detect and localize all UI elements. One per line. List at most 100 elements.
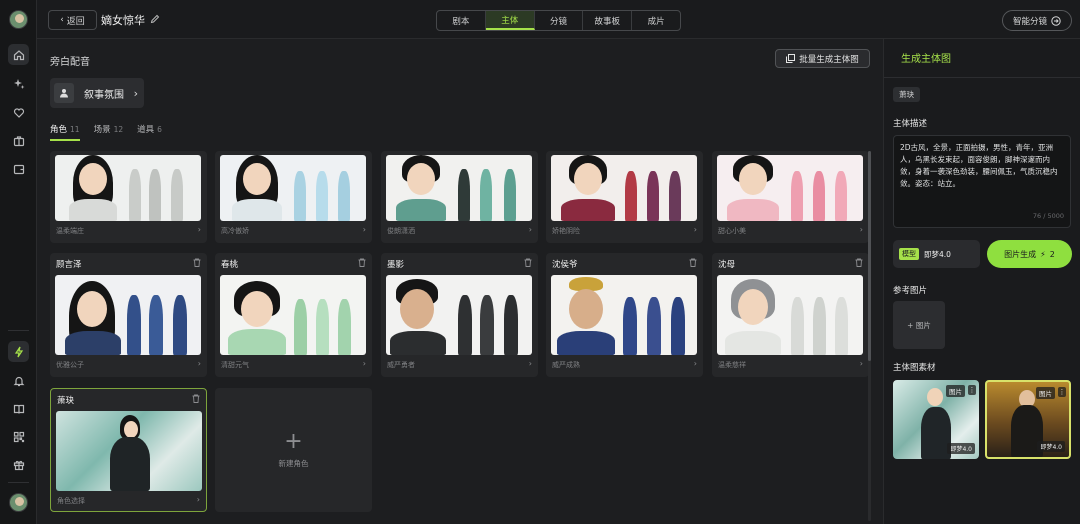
model-tag: 模型 — [899, 248, 919, 260]
character-card[interactable]: 顾言泽 优雅公子 › — [50, 253, 207, 377]
subject-subtabs: 角色 11 场景 12 道具 6 — [50, 123, 162, 141]
subtab-characters[interactable]: 角色 11 — [50, 123, 80, 141]
back-button[interactable]: ‹ 返回 — [48, 10, 97, 30]
subtab-label: 角色 — [50, 125, 68, 135]
home-icon[interactable] — [8, 44, 29, 65]
character-name: 沈母 — [718, 260, 736, 270]
back-label: 返回 — [66, 16, 85, 27]
material-thumbnail-selected[interactable]: 图片 ⋮ 即梦4.0 — [985, 380, 1071, 459]
character-image — [55, 155, 201, 221]
tab-final-video[interactable]: 成片 — [632, 11, 680, 30]
model-name: 即梦4.0 — [924, 249, 951, 259]
ambience-label: 叙事氛围 — [84, 89, 124, 101]
project-title: 嫡女惊华 — [101, 14, 145, 27]
chevron-right-icon: › — [528, 225, 532, 234]
character-style: 甜心小美 — [718, 227, 746, 235]
bolt-icon: ⚡ — [1040, 249, 1046, 259]
character-card[interactable]: 俊朗潇洒 › — [381, 151, 538, 243]
scrollbar-thumb[interactable] — [868, 151, 871, 361]
character-image — [386, 155, 532, 221]
sidebar-divider-bottom — [8, 482, 29, 483]
trash-icon[interactable] — [689, 258, 697, 267]
bolt-icon[interactable] — [8, 341, 29, 362]
character-card-selected[interactable]: 萧玦 角色选择 › — [50, 388, 207, 512]
character-card[interactable]: 高冷傲娇 › — [215, 151, 372, 243]
character-style: 俊朗潇洒 — [387, 227, 415, 235]
trash-icon[interactable] — [193, 258, 201, 267]
trash-icon[interactable] — [524, 258, 532, 267]
character-card[interactable]: 娇艳阴险 › — [546, 151, 703, 243]
batch-generate-button[interactable]: 批量生成主体图 — [775, 49, 870, 68]
description-text: 2D古风，全景，正面拍摄，男性，青年，亚洲人，乌黑长发束起，面容俊朗，脚神深邃而… — [900, 143, 1058, 188]
subtab-count: 6 — [157, 125, 162, 134]
qr-icon[interactable] — [8, 426, 29, 447]
top-bar: ‹ 返回 嫡女惊华 剧本 主体 分镜 故事板 成片 智能分镜 — [37, 0, 1080, 39]
character-card[interactable]: 墨影 威严勇者 › — [381, 253, 538, 377]
tab-storyboard[interactable]: 故事板 — [583, 11, 633, 30]
character-card[interactable]: 沈母 温柔慈祥 › — [712, 253, 869, 377]
description-textarea[interactable]: 2D古风，全景，正面拍摄，男性，青年，亚洲人，乌黑长发束起，面容俊朗，脚神深邃而… — [893, 135, 1071, 228]
character-card[interactable]: 沈侯爷 威严成熟 › — [546, 253, 703, 377]
wallet-icon[interactable] — [8, 158, 29, 179]
user-icon — [54, 83, 74, 103]
more-icon[interactable]: ⋮ — [968, 385, 976, 395]
panel-divider — [884, 77, 1080, 78]
generate-cost: 2 — [1049, 249, 1055, 259]
character-image — [220, 275, 366, 355]
smart-storyboard-button[interactable]: 智能分镜 — [1002, 10, 1072, 31]
heart-icon[interactable] — [8, 102, 29, 123]
subtab-props[interactable]: 道具 6 — [137, 123, 162, 141]
character-style: 温柔端庄 — [56, 227, 84, 235]
material-model: 即梦4.0 — [1037, 441, 1065, 452]
subtab-label: 场景 — [93, 125, 111, 135]
brand-avatar[interactable] — [9, 10, 28, 29]
subtab-label: 道具 — [137, 125, 155, 135]
ambience-selector[interactable]: 叙事氛围 › — [50, 78, 144, 108]
character-name: 春桃 — [221, 260, 239, 270]
cards-scrollbar[interactable] — [868, 151, 871, 521]
more-icon[interactable]: ⋮ — [1058, 387, 1066, 397]
voice-label: 旁白配音 — [50, 57, 90, 68]
pencil-icon[interactable] — [150, 14, 160, 24]
character-image — [551, 155, 697, 221]
new-character-card[interactable]: + 新建角色 — [215, 388, 372, 512]
book-icon[interactable] — [8, 398, 29, 419]
character-card[interactable]: 春桃 清甜元气 › — [215, 253, 372, 377]
material-figure-head — [927, 388, 943, 406]
character-style: 优雅公子 — [56, 361, 84, 369]
chevron-right-icon: › — [693, 359, 697, 368]
plus-icon: + — [284, 429, 303, 454]
add-reference-button[interactable]: + 图片 — [893, 301, 945, 349]
character-card[interactable]: 甜心小美 › — [712, 151, 869, 243]
character-style: 威严成熟 — [552, 361, 580, 369]
character-image — [717, 155, 863, 221]
bell-icon[interactable] — [8, 370, 29, 391]
model-selector[interactable]: 模型 即梦4.0 — [893, 240, 980, 268]
character-name: 萧玦 — [57, 396, 75, 406]
tab-storyboard-split[interactable]: 分镜 — [535, 11, 584, 30]
tab-subject[interactable]: 主体 — [485, 11, 535, 30]
tab-script[interactable]: 剧本 — [437, 11, 486, 30]
character-style: 娇艳阴险 — [552, 227, 580, 235]
material-thumbnail[interactable]: 图片 ⋮ 即梦4.0 — [893, 380, 979, 459]
subtab-count: 11 — [70, 125, 80, 134]
subject-chip[interactable]: 萧玦 — [893, 87, 920, 102]
gift-icon[interactable] — [8, 454, 29, 475]
character-image — [386, 275, 532, 355]
generate-label: 图片生成 — [1004, 249, 1037, 259]
images-icon — [786, 54, 796, 63]
sparkles-icon[interactable] — [8, 73, 29, 94]
chevron-right-icon: › — [362, 359, 366, 368]
user-avatar[interactable] — [9, 493, 28, 512]
character-card[interactable]: 温柔端庄 › — [50, 151, 207, 243]
trash-icon[interactable] — [855, 258, 863, 267]
generate-image-button[interactable]: 图片生成 ⚡ 2 — [987, 240, 1072, 268]
character-style: 清甜元气 — [221, 361, 249, 369]
briefcase-icon[interactable] — [8, 130, 29, 151]
subtab-scenes[interactable]: 场景 12 — [94, 123, 124, 141]
material-model: 即梦4.0 — [947, 443, 975, 454]
description-label: 主体描述 — [893, 119, 928, 129]
character-name: 墨影 — [387, 260, 405, 270]
trash-icon[interactable] — [358, 258, 366, 267]
trash-icon[interactable] — [192, 394, 200, 403]
